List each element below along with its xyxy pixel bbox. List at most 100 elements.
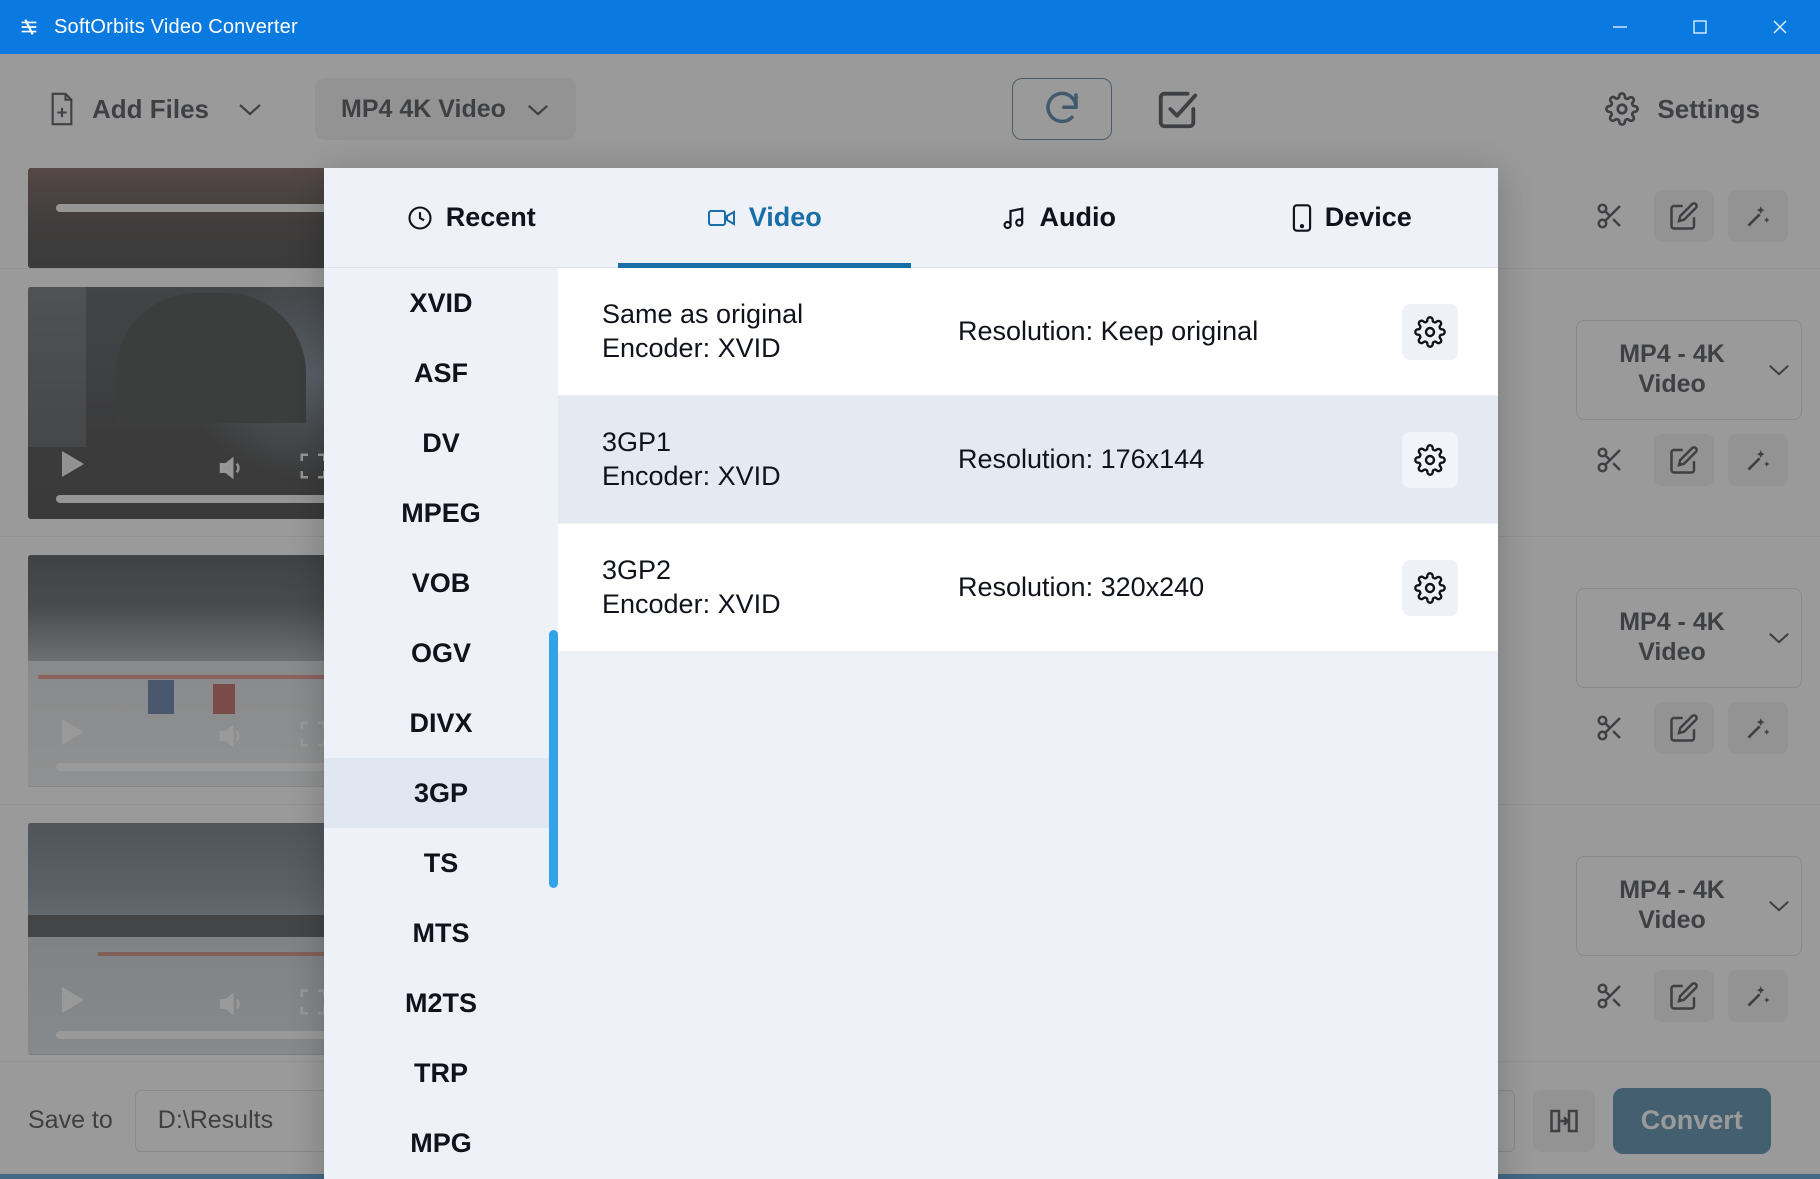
preset-row-3gp1[interactable]: 3GP1 Encoder: XVID Resolution: 176x144 (558, 396, 1498, 524)
maximize-button[interactable] (1660, 0, 1740, 54)
format-list-item-mts[interactable]: MTS (324, 898, 558, 968)
format-list-item-vob[interactable]: VOB (324, 548, 558, 618)
edit-icon[interactable] (1654, 433, 1714, 486)
format-list-item-dv[interactable]: DV (324, 408, 558, 478)
window-controls (1580, 0, 1820, 54)
tab-video[interactable]: Video (617, 168, 912, 268)
preset-list: Same as original Encoder: XVID Resolutio… (558, 268, 1498, 1179)
format-list-item-trp[interactable]: TRP (324, 1038, 558, 1108)
format-list: XVID ASF DV MPEG VOB OGV DIVX 3GP TS MTS… (324, 268, 558, 1179)
tab-audio[interactable]: Audio (911, 168, 1205, 267)
dialog-tabs: Recent Video Audio Device (324, 168, 1498, 268)
gear-icon (1414, 571, 1446, 604)
title-bar: SoftOrbits Video Converter (0, 0, 1820, 54)
preset-resolution: Resolution: Keep original (958, 316, 1259, 346)
preset-row-3gp2[interactable]: 3GP2 Encoder: XVID Resolution: 320x240 (558, 524, 1498, 652)
preset-encoder: Encoder: XVID (602, 588, 781, 619)
format-label: TRP (414, 1057, 468, 1088)
clock-icon (406, 204, 434, 232)
magic-wand-icon[interactable] (1728, 701, 1788, 754)
format-chevron-down-icon (526, 102, 550, 117)
tab-device-label: Device (1324, 202, 1412, 232)
row-format-selector[interactable]: MP4 - 4K Video (1576, 855, 1802, 956)
edit-icon[interactable] (1654, 190, 1714, 242)
play-icon[interactable] (62, 986, 84, 1013)
preset-settings-button[interactable] (1402, 431, 1458, 488)
window-title: SoftOrbits Video Converter (54, 15, 298, 38)
edit-icon[interactable] (1654, 969, 1714, 1022)
refresh-icon (1041, 88, 1083, 130)
format-list-item-m2ts[interactable]: M2TS (324, 968, 558, 1038)
row-format-selector[interactable]: MP4 - 4K Video (1576, 319, 1802, 420)
tab-recent[interactable]: Recent (324, 168, 618, 267)
format-label: M2TS (404, 987, 477, 1018)
merge-files-button[interactable] (1532, 1089, 1595, 1152)
format-selector-button[interactable]: MP4 4K Video (315, 78, 576, 140)
add-files-label: Add Files (92, 93, 210, 124)
preset-names: Same as original Encoder: XVID (602, 298, 958, 366)
add-files-chevron-down-icon[interactable] (237, 101, 263, 117)
select-all-button[interactable] (1152, 83, 1204, 135)
refresh-button[interactable] (1012, 78, 1112, 140)
preset-settings-button[interactable] (1402, 303, 1458, 360)
magic-wand-icon[interactable] (1728, 190, 1788, 242)
row-icon-buttons (1580, 433, 1802, 486)
format-list-item-mpeg[interactable]: MPEG (324, 478, 558, 548)
video-camera-icon (707, 206, 737, 230)
maximize-icon (1689, 16, 1711, 38)
row-icon-buttons (1580, 190, 1802, 242)
format-label: XVID (409, 287, 473, 318)
convert-button[interactable]: Convert (1612, 1087, 1771, 1154)
format-list-item-xvid[interactable]: XVID (324, 268, 558, 338)
format-label: MTS (412, 917, 470, 948)
row-icon-buttons (1580, 969, 1802, 1022)
preset-settings-button[interactable] (1402, 559, 1458, 616)
scissors-icon[interactable] (1580, 190, 1640, 242)
format-list-item-3gp[interactable]: 3GP (324, 758, 558, 828)
chevron-down-icon (1767, 630, 1791, 645)
format-label: DIVX (409, 707, 473, 738)
volume-icon[interactable] (213, 453, 249, 483)
format-list-scrollbar[interactable] (549, 630, 558, 888)
settings-button[interactable]: Settings (1605, 92, 1760, 126)
format-list-item-ogv[interactable]: OGV (324, 618, 558, 688)
gear-icon (1605, 92, 1640, 126)
preset-row-same-as-original[interactable]: Same as original Encoder: XVID Resolutio… (558, 268, 1498, 396)
format-list-item-asf[interactable]: ASF (324, 338, 558, 408)
row-format-selector[interactable]: MP4 - 4K Video (1576, 587, 1802, 688)
convert-label: Convert (1640, 1105, 1743, 1135)
toolbar-center-actions (1012, 78, 1204, 140)
volume-icon[interactable] (213, 721, 249, 751)
format-list-item-divx[interactable]: DIVX (324, 688, 558, 758)
scissors-icon[interactable] (1580, 434, 1640, 486)
preset-resolution: Resolution: 176x144 (958, 444, 1205, 474)
preset-name: 3GP2 (602, 554, 672, 585)
settings-label: Settings (1657, 93, 1760, 124)
row-actions (1580, 164, 1802, 268)
application-window: Add Files MP4 4K Video Settings MP4 - 4K… (0, 0, 1820, 1179)
close-icon (1768, 15, 1792, 39)
preset-encoder: Encoder: XVID (602, 332, 781, 363)
format-label: ASF (414, 357, 468, 388)
preset-name: 3GP1 (602, 426, 672, 457)
edit-icon[interactable] (1654, 701, 1714, 754)
magic-wand-icon[interactable] (1728, 433, 1788, 486)
format-list-item-ts[interactable]: TS (324, 828, 558, 898)
scissors-icon[interactable] (1580, 702, 1640, 754)
format-label: DV (422, 427, 460, 458)
preset-names: 3GP2 Encoder: XVID (602, 554, 958, 622)
save-path-value: D:\Results (157, 1106, 274, 1134)
play-icon[interactable] (62, 450, 84, 477)
save-to-label: Save to (28, 1106, 113, 1134)
scissors-icon[interactable] (1580, 970, 1640, 1022)
preset-resolution: Resolution: 320x240 (958, 572, 1205, 602)
close-button[interactable] (1740, 0, 1820, 54)
play-icon[interactable] (62, 718, 84, 745)
tab-device[interactable]: Device (1205, 168, 1499, 267)
volume-icon[interactable] (213, 989, 249, 1019)
magic-wand-icon[interactable] (1728, 969, 1788, 1022)
format-list-item-mpg[interactable]: MPG (324, 1108, 558, 1178)
format-selector-label: MP4 4K Video (341, 94, 506, 123)
add-files-button[interactable]: Add Files (48, 92, 209, 126)
minimize-button[interactable] (1580, 0, 1660, 54)
